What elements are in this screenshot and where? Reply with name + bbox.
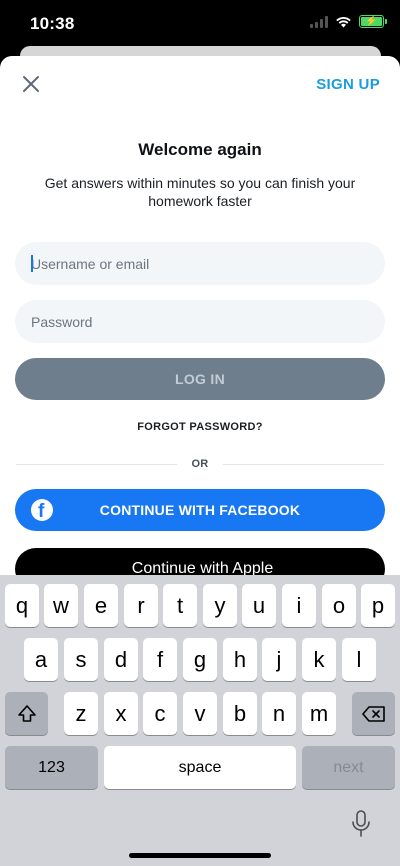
key-n[interactable]: n [262, 692, 296, 735]
space-key[interactable]: space [104, 746, 296, 789]
key-v[interactable]: v [183, 692, 217, 735]
username-field[interactable] [15, 242, 385, 285]
key-w[interactable]: w [44, 584, 78, 627]
wifi-icon [336, 16, 351, 27]
backspace-icon [361, 705, 385, 722]
key-r[interactable]: r [124, 584, 158, 627]
status-time: 10:38 [30, 14, 75, 33]
divider-line [16, 463, 178, 465]
key-d[interactable]: d [104, 638, 138, 681]
key-f[interactable]: f [143, 638, 177, 681]
key-g[interactable]: g [183, 638, 217, 681]
battery-icon: ⚡ [359, 15, 387, 28]
key-i[interactable]: i [282, 584, 316, 627]
sign-up-link[interactable]: SIGN UP [316, 76, 380, 93]
key-c[interactable]: c [143, 692, 177, 735]
next-key[interactable]: next [302, 746, 395, 789]
key-y[interactable]: y [203, 584, 237, 627]
username-input[interactable] [31, 255, 385, 272]
cellular-signal-icon [310, 15, 328, 28]
key-q[interactable]: q [5, 584, 39, 627]
onscreen-keyboard: q w e r t y u i o p a s d f g h j k l z … [0, 575, 400, 866]
facebook-icon: f [31, 499, 53, 522]
key-s[interactable]: s [64, 638, 98, 681]
continue-with-facebook-button[interactable]: f CONTINUE WITH FACEBOOK [15, 489, 385, 531]
home-indicator[interactable] [129, 853, 271, 858]
page-title: Welcome again [138, 140, 262, 159]
status-icons: ⚡ [310, 15, 387, 28]
log-in-button[interactable]: LOG IN [15, 358, 385, 400]
forgot-password-link[interactable]: FORGOT PASSWORD? [0, 421, 400, 433]
divider-line [222, 463, 385, 465]
shift-key[interactable] [5, 692, 48, 735]
key-z[interactable]: z [64, 692, 98, 735]
key-x[interactable]: x [104, 692, 138, 735]
page-subtitle: Get answers within minutes so you can fi… [44, 175, 356, 209]
shift-icon [17, 704, 36, 722]
password-input[interactable] [31, 313, 385, 330]
microphone-icon[interactable] [349, 809, 373, 839]
key-o[interactable]: o [322, 584, 356, 627]
status-bar: 10:38 ⚡ [0, 0, 400, 48]
delete-key[interactable] [352, 692, 395, 735]
key-t[interactable]: t [163, 584, 197, 627]
charging-bolt-icon: ⚡ [365, 15, 378, 27]
text-cursor [31, 255, 33, 272]
numbers-key[interactable]: 123 [5, 746, 98, 789]
key-m[interactable]: m [302, 692, 336, 735]
key-h[interactable]: h [223, 638, 257, 681]
key-a[interactable]: a [24, 638, 58, 681]
key-e[interactable]: e [84, 584, 118, 627]
password-field[interactable] [15, 300, 385, 343]
or-divider: OR [16, 457, 385, 471]
key-p[interactable]: p [361, 584, 395, 627]
key-b[interactable]: b [223, 692, 257, 735]
key-j[interactable]: j [262, 638, 296, 681]
key-l[interactable]: l [342, 638, 376, 681]
key-k[interactable]: k [302, 638, 336, 681]
facebook-button-label: CONTINUE WITH FACEBOOK [99, 502, 301, 518]
key-u[interactable]: u [242, 584, 276, 627]
or-label: OR [191, 458, 209, 470]
close-icon[interactable] [20, 73, 42, 95]
